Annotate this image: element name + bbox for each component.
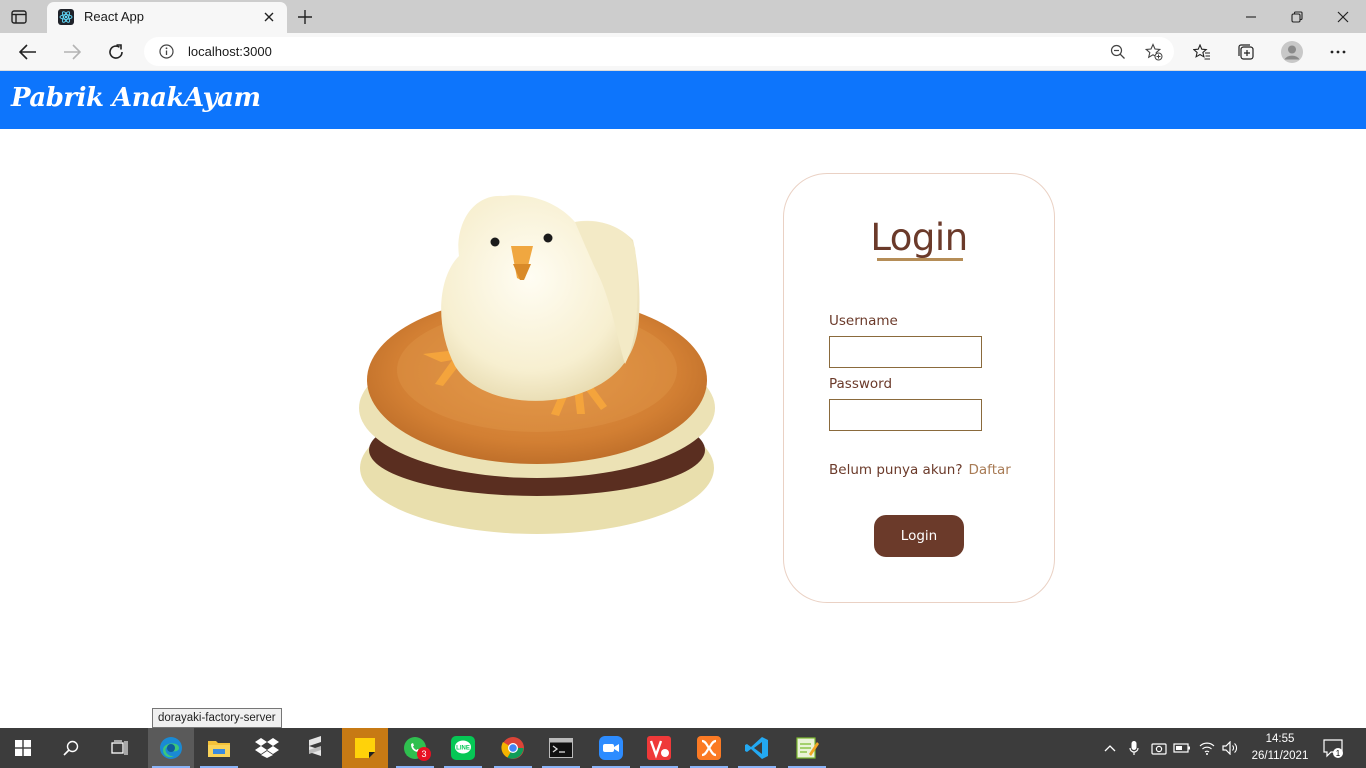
vivaldi-icon[interactable]: [636, 728, 682, 768]
whatsapp-badge: 3: [417, 747, 431, 761]
system-clock[interactable]: 14:55 26/11/2021: [1246, 731, 1314, 765]
browser-toolbar: localhost:3000: [0, 33, 1366, 71]
react-logo-icon: [58, 9, 74, 25]
url-text: localhost:3000: [188, 44, 272, 59]
chrome-icon[interactable]: [490, 728, 536, 768]
title-underline: [877, 258, 963, 261]
address-field[interactable]: localhost:3000: [144, 37, 1174, 66]
edge-icon[interactable]: [148, 728, 194, 768]
back-icon[interactable]: [16, 40, 40, 64]
search-icon[interactable]: [48, 728, 94, 768]
file-explorer-icon[interactable]: [196, 728, 242, 768]
tab-react-app[interactable]: React App: [47, 2, 287, 33]
new-tab-icon[interactable]: [295, 7, 315, 27]
xampp-icon[interactable]: [686, 728, 732, 768]
browser-tab-bar: React App: [0, 0, 1366, 33]
notification-count: 1: [1336, 749, 1341, 758]
password-label: Password: [829, 376, 893, 392]
whatsapp-icon[interactable]: 3: [392, 728, 438, 768]
volume-icon[interactable]: [1220, 738, 1240, 758]
terminal-icon[interactable]: [538, 728, 584, 768]
tab-actions-icon[interactable]: [9, 7, 29, 27]
start-icon[interactable]: [0, 728, 46, 768]
dropbox-icon[interactable]: [244, 728, 290, 768]
tab-title: React App: [84, 9, 144, 24]
forward-icon[interactable]: [60, 40, 84, 64]
camera-icon[interactable]: [1149, 738, 1169, 758]
password-input[interactable]: [829, 399, 982, 431]
notification-center-icon[interactable]: 1: [1322, 737, 1344, 759]
chick-dorayaki-image: [355, 188, 720, 540]
clock-time: 14:55: [1265, 733, 1295, 745]
wifi-icon[interactable]: [1197, 738, 1217, 758]
zoom-icon[interactable]: [588, 728, 634, 768]
profile-avatar-icon[interactable]: [1280, 40, 1304, 64]
line-icon[interactable]: LINE: [440, 728, 486, 768]
signup-row: Belum punya akun? Daftar: [829, 462, 1011, 478]
signup-link[interactable]: Daftar: [969, 462, 1011, 478]
login-button[interactable]: Login: [874, 515, 964, 557]
collections-icon[interactable]: [1234, 40, 1258, 64]
close-tab-icon[interactable]: [260, 8, 278, 26]
clock-date: 26/11/2021: [1251, 750, 1309, 762]
login-title: Login: [870, 216, 968, 259]
signup-prompt: Belum punya akun?: [829, 462, 963, 478]
brand-logo[interactable]: Pabrik AnakAyam: [11, 83, 261, 113]
add-favorite-icon[interactable]: [1144, 42, 1164, 62]
restore-icon[interactable]: [1286, 6, 1308, 28]
sublime-icon[interactable]: [292, 728, 338, 768]
notepad-plus-icon[interactable]: [784, 728, 830, 768]
more-options-icon[interactable]: [1326, 40, 1350, 64]
vscode-icon[interactable]: [734, 728, 780, 768]
zoom-out-icon[interactable]: [1108, 42, 1128, 62]
minimize-icon[interactable]: [1240, 6, 1262, 28]
username-label: Username: [829, 313, 898, 329]
close-window-icon[interactable]: [1332, 6, 1354, 28]
refresh-icon[interactable]: [104, 40, 128, 64]
username-input[interactable]: [829, 336, 982, 368]
taskbar-tooltip: dorayaki-factory-server: [152, 708, 282, 728]
sticky-notes-icon[interactable]: [342, 728, 388, 768]
windows-taskbar: 3 LINE 14:55 26/11/2021 1: [0, 728, 1366, 768]
battery-icon[interactable]: [1172, 738, 1192, 758]
app-header: Pabrik AnakAyam: [0, 71, 1366, 129]
login-card: Login Username Password Belum punya akun…: [783, 173, 1055, 603]
chevron-up-icon[interactable]: [1100, 738, 1120, 758]
microphone-icon[interactable]: [1124, 738, 1144, 758]
svg-text:LINE: LINE: [456, 746, 470, 752]
site-info-icon[interactable]: [158, 43, 175, 60]
task-view-icon[interactable]: [96, 728, 142, 768]
favorites-icon[interactable]: [1190, 40, 1214, 64]
